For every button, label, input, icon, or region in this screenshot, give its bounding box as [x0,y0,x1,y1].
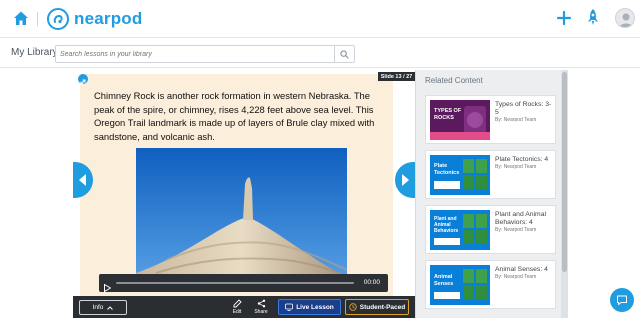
related-content-title: Related Content [425,76,483,85]
nearpod-logo[interactable]: nearpod [47,8,142,30]
search-icon [340,49,349,59]
related-card-thumbnail: TYPES OF ROCKS [430,100,490,140]
chevron-up-icon [107,305,114,310]
chevron-right-icon [402,174,409,186]
related-card-title: Plate Tectonics: 4 By: Nearpod Team [495,156,555,171]
related-card-thumb-text: Plant and Animal Behaviors [434,216,459,234]
student-paced-label: Student-Paced [359,303,406,311]
edit-icon [233,299,242,308]
chevron-left-icon [79,174,86,186]
related-card-title: Types of Rocks: 3-5 By: Nearpod Team [495,101,555,124]
avatar[interactable] [615,8,635,28]
video-progress-track[interactable] [116,282,354,284]
share-label: Share [254,309,268,315]
video-time: 00:00 [363,279,380,286]
related-card[interactable]: TYPES OF ROCKS Types of Rocks: 3-5 By: N… [425,95,556,144]
live-icon [285,303,294,311]
slide-content: Chimney Rock is another rock formation i… [80,74,393,296]
home-icon[interactable] [12,9,30,27]
expand-icon[interactable] [78,74,88,85]
student-paced-button[interactable]: Student-Paced [345,299,409,315]
share-button[interactable]: Share [250,298,272,318]
chat-icon [617,295,627,305]
related-card-author: By: Nearpod Team [495,164,537,170]
related-card-thumb-text: Animal Senses [434,274,454,287]
related-card-thumbnail: Plate Tectonics [430,155,490,195]
related-card-author: By: Nearpod Team [495,117,537,123]
info-button[interactable]: Info [79,300,127,315]
related-card[interactable]: Plant and Animal Behaviors Plant and Ani… [425,205,556,254]
related-card-thumb-text: Plate Tectonics [434,163,460,176]
slide-counter: Slide 13 / 27 [378,72,415,81]
related-card-title: Plant and Animal Behaviors: 4 By: Nearpo… [495,211,555,234]
scrollbar-thumb[interactable] [562,72,567,272]
lesson-toolbar: Info Edit Share Live Lesson Student-Pace… [73,296,415,318]
related-card[interactable]: Plate Tectonics Plate Tectonics: 4 By: N… [425,150,556,199]
related-card-thumbnail: Plant and Animal Behaviors [430,210,490,250]
related-card-thumbnail: Animal Senses [430,265,490,305]
live-lesson-button[interactable]: Live Lesson [278,299,341,315]
edit-button[interactable]: Edit [226,298,248,318]
edit-label: Edit [232,309,242,315]
related-card[interactable]: Animal Senses Animal Senses: 4 By: Nearp… [425,260,556,309]
chat-support-button[interactable] [610,288,634,312]
nearpod-logo-icon [47,8,69,30]
share-icon [257,299,265,308]
chimney-rock-photo [136,148,347,287]
student-paced-icon [348,303,357,311]
related-card-title: Animal Senses: 4 By: Nearpod Team [495,266,555,281]
related-card-author: By: Nearpod Team [495,274,537,280]
info-label: Info [92,304,104,311]
play-icon[interactable] [104,279,112,293]
library-search [55,45,355,63]
related-card-thumb-text: TYPES OF ROCKS [434,108,462,121]
related-card-author: By: Nearpod Team [495,227,537,233]
plus-icon[interactable] [555,9,573,27]
related-scrollbar[interactable] [561,70,568,318]
search-input[interactable] [60,48,330,61]
rocket-icon[interactable] [585,8,601,28]
search-button[interactable] [334,46,354,62]
live-lesson-label: Live Lesson [296,303,334,311]
header-divider [37,12,38,26]
video-player: 00:00 [99,274,388,293]
related-content-panel: Related Content TYPES OF ROCKS Types of … [415,70,568,318]
my-library-link[interactable]: My Library [11,47,58,58]
slide-text: Chimney Rock is another rock formation i… [94,90,375,142]
logo-text: nearpod [74,9,143,28]
